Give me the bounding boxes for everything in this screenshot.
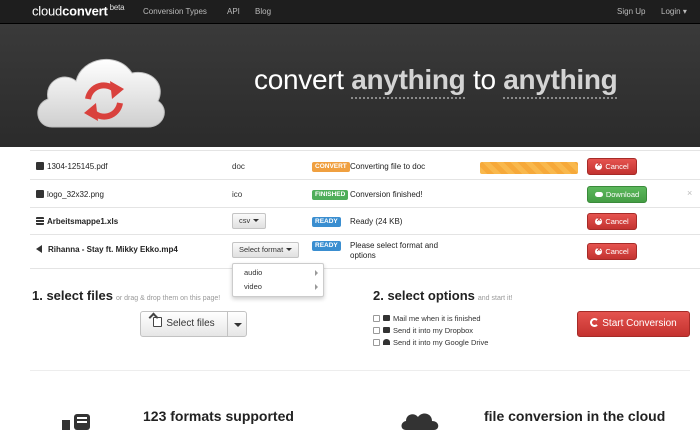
file-name: Arbeitsmappe1.xls [36, 217, 118, 226]
chevron-down-icon [253, 219, 260, 222]
cloud-download-icon [594, 192, 603, 197]
file-format: ico [232, 190, 243, 199]
file-row: Arbeitsmappe1.xls csv READY Ready (24 KB… [30, 208, 700, 235]
file-name: Rihanna - Stay ft. Mikky Ekko.mp4 [36, 245, 178, 254]
file-icon [36, 162, 44, 170]
google-drive-icon [383, 339, 390, 345]
chevron-down-icon [286, 248, 293, 251]
nav-conversion-types[interactable]: Conversion Types [143, 7, 207, 16]
image-file-icon [36, 190, 44, 198]
file-row: 1304-125145.pdf doc CONVERT Converting f… [30, 151, 700, 180]
chevron-right-icon [315, 270, 318, 276]
chevron-down-icon [234, 323, 242, 327]
format-select[interactable]: Select format [232, 242, 300, 258]
status-text: Please select format and options [350, 241, 439, 260]
dropbox-icon [383, 327, 390, 333]
chevron-down-icon: ▾ [682, 7, 687, 16]
checkbox[interactable] [373, 327, 380, 334]
audio-file-icon [36, 245, 45, 253]
nav-login[interactable]: Login ▾ [661, 7, 687, 16]
status-text: Ready (24 KB) [350, 217, 403, 226]
close-circle-icon [595, 214, 603, 226]
checkbox[interactable] [373, 339, 380, 346]
close-circle-icon [595, 159, 603, 171]
file-row: logo_32x32.png ico FINISHED Conversion f… [30, 180, 700, 208]
nav-blog[interactable]: Blog [255, 7, 271, 16]
cloud-icon [401, 413, 439, 430]
top-navbar: cloudconvert beta Conversion Types API Bl… [0, 0, 700, 24]
dropdown-item-audio[interactable]: audio [244, 268, 262, 277]
refresh-icon [590, 318, 600, 327]
cloud-refresh-logo-icon [37, 58, 165, 128]
option-mail[interactable]: Mail me when it is finished [373, 314, 481, 323]
brand-logo[interactable]: cloudconvert beta [32, 3, 125, 18]
cancel-button[interactable]: Cancel [587, 243, 637, 260]
hero-title: convert anything to anything [254, 64, 618, 99]
select-files-dropdown-toggle[interactable] [227, 311, 247, 337]
close-circle-icon [595, 244, 603, 256]
status-text: Conversion finished! [350, 190, 423, 199]
dismiss-row-icon[interactable]: × [687, 188, 692, 198]
option-google-drive[interactable]: Send it into my Google Drive [373, 338, 488, 347]
status-text: Converting file to doc [350, 162, 426, 171]
select-files-button[interactable]: Select files [140, 311, 228, 337]
chevron-right-icon [315, 284, 318, 290]
nav-sign-up[interactable]: Sign Up [617, 7, 645, 16]
cancel-button[interactable]: Cancel [587, 158, 637, 175]
format-select[interactable]: csv [232, 213, 267, 229]
start-conversion-button[interactable]: Start Conversion [577, 311, 690, 337]
step1-heading: 1. select files or drag & drop them on th… [32, 288, 221, 303]
divider [30, 370, 690, 371]
file-name: 1304-125145.pdf [36, 162, 108, 171]
status-badge: READY [312, 217, 341, 227]
status-badge: FINISHED [312, 190, 349, 200]
upload-icon [153, 317, 163, 327]
status-badge: READY [312, 241, 341, 251]
feature-cloud-heading: file conversion in the cloud [484, 408, 666, 424]
feature-formats-heading: 123 formats supported [143, 408, 294, 424]
dropdown-item-video[interactable]: video [244, 282, 262, 291]
conversion-progress-bar [480, 162, 578, 174]
format-dropdown-menu: audio video [232, 263, 324, 297]
file-queue-table: 1304-125145.pdf doc CONVERT Converting f… [30, 150, 700, 269]
cancel-button[interactable]: Cancel [587, 213, 637, 230]
status-badge: CONVERT [312, 162, 350, 172]
hero-banner: convert anything to anything [0, 24, 700, 147]
nav-api[interactable]: API [227, 7, 240, 16]
formats-icon [62, 414, 90, 430]
file-name: logo_32x32.png [36, 190, 104, 199]
option-dropbox[interactable]: Send it into my Dropbox [373, 326, 473, 335]
checkbox[interactable] [373, 315, 380, 322]
file-format: doc [232, 162, 245, 171]
download-button[interactable]: Download [587, 186, 647, 203]
envelope-icon [383, 315, 390, 321]
step2-heading: 2. select options and start it! [373, 288, 513, 303]
spreadsheet-file-icon [36, 217, 44, 225]
file-row: Rihanna - Stay ft. Mikky Ekko.mp4 Select… [30, 235, 700, 269]
